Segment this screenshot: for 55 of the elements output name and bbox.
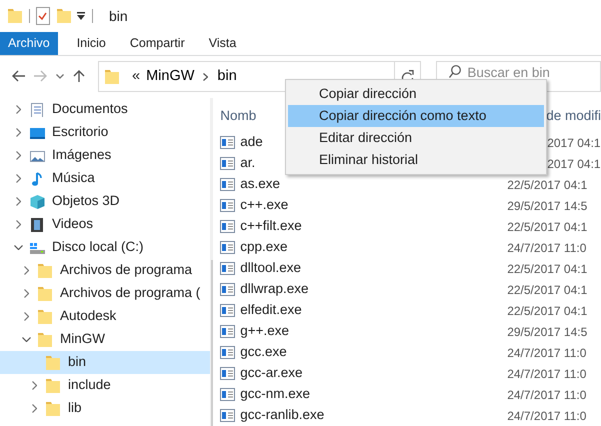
ribbon-tab[interactable]: Archivo	[0, 32, 58, 55]
date-modified: 22/5/2017 04:1	[507, 302, 588, 320]
date-modified: 22/5/2017 04:1	[507, 176, 588, 194]
date-modified: 24/7/2017 11:0	[507, 386, 586, 404]
date-modified: 24/7/2017 11:0	[507, 240, 586, 256]
tree-item[interactable]: lib	[68, 398, 82, 419]
tree-item[interactable]: bin	[68, 352, 86, 373]
date-modified: 2017 04:1	[547, 134, 601, 152]
date-modified: 22/5/2017 04:1	[507, 282, 588, 298]
file-name[interactable]: gcc.exe	[235, 342, 506, 363]
file-name[interactable]: c++filt.exe	[235, 216, 506, 237]
file-name[interactable]: c++.exe	[235, 195, 506, 216]
menu-item[interactable]: Eliminar historial	[288, 149, 544, 171]
tree-item[interactable]: Autodesk	[60, 306, 116, 327]
tree-item[interactable]: Disco local (C:)	[52, 237, 144, 258]
file-name[interactable]: as.exe	[235, 174, 506, 195]
tree-item[interactable]: Música	[52, 168, 95, 189]
search-box[interactable]: Buscar en bin	[436, 61, 601, 92]
tree-item[interactable]: MinGW	[60, 329, 105, 350]
menu-item[interactable]: Copiar dirección como texto	[288, 105, 544, 127]
ribbon-tab[interactable]: Compartir	[118, 32, 197, 55]
file-name[interactable]: gcc-nm.exe	[235, 384, 506, 405]
window-title: bin	[109, 6, 128, 26]
file-name[interactable]: elfedit.exe	[235, 300, 506, 321]
ribbon-tab[interactable]: Inicio	[64, 32, 118, 55]
file-name[interactable]: gcc-ranlib.exe	[235, 405, 506, 426]
date-modified: 29/5/2017 14:5	[507, 324, 588, 340]
tree-item[interactable]: Escritorio	[52, 122, 108, 143]
tree-item[interactable]: Videos	[52, 214, 94, 235]
file-name[interactable]: dllwrap.exe	[235, 279, 506, 300]
tree-item[interactable]: include	[68, 375, 111, 396]
tree-item[interactable]: Imágenes	[52, 145, 112, 166]
file-name[interactable]: gcc-ar.exe	[235, 363, 506, 384]
tree-item[interactable]: Archivos de programa	[60, 260, 192, 281]
column-header[interactable]: Nomb	[220, 106, 256, 126]
file-name[interactable]: dlltool.exe	[235, 258, 506, 279]
date-modified: 22/5/2017 04:1	[507, 218, 588, 236]
overflow-chevron[interactable]: «	[129, 66, 144, 88]
breadcrumb[interactable]: bin	[214, 66, 240, 88]
tree-item[interactable]: Documentos	[52, 99, 128, 120]
date-modified: 24/7/2017 11:0	[507, 408, 586, 424]
date-modified: 22/5/2017 04:1	[507, 260, 588, 278]
date-modified: 24/7/2017 11:0	[507, 366, 586, 382]
file-name[interactable]: cpp.exe	[235, 237, 506, 258]
date-modified: 24/7/2017 11:0	[507, 344, 586, 362]
search-field[interactable]: Buscar en bin	[467, 65, 578, 80]
tree-item[interactable]: Archivos de programa (	[60, 283, 200, 304]
date-modified: 2017 04:1	[547, 156, 601, 172]
date-modified: 29/5/2017 14:5	[507, 198, 588, 214]
ribbon-tab[interactable]: Vista	[196, 32, 248, 55]
menu-item[interactable]: Editar dirección	[288, 127, 544, 149]
tree-item[interactable]: Objetos 3D	[52, 191, 120, 212]
breadcrumb[interactable]: MinGW	[143, 66, 198, 88]
file-name[interactable]: g++.exe	[235, 321, 506, 342]
column-header[interactable]: de modifi	[546, 106, 601, 126]
